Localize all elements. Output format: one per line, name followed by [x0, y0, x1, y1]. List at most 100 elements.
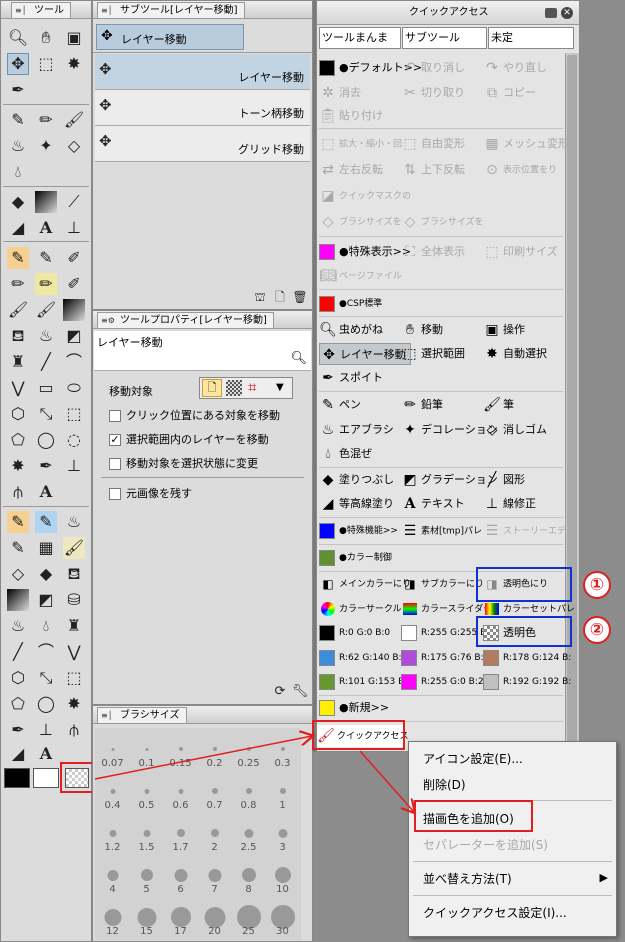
brush-size-preset[interactable]: 2: [198, 813, 231, 855]
qa-special-view[interactable]: ●特殊表示>>: [319, 241, 411, 263]
line-correct-icon[interactable]: ⊥: [63, 217, 85, 239]
qa-color-magenta[interactable]: R:255 G:0 B:22: [401, 671, 489, 693]
brush-size-preset[interactable]: 0.1: [130, 729, 163, 771]
qa-tool-contour-fill[interactable]: ◢ 等高線塗り: [319, 493, 394, 515]
qa-tool-selection[interactable]: ⬚ 選択範囲: [401, 343, 465, 365]
magnifier-icon[interactable]: 🔍︎: [7, 27, 29, 49]
qa-flip-v[interactable]: ⇅ 上下反転: [401, 159, 465, 181]
ellipse-icon[interactable]: ⬭: [63, 377, 85, 399]
qa-color-black[interactable]: R:0 G:0 B:0: [319, 622, 390, 644]
qa-reset-view[interactable]: ⊙ 表示位置をり: [483, 159, 557, 181]
paint-icon[interactable]: ⛁: [63, 589, 85, 611]
polyline-icon[interactable]: ⋁: [7, 377, 29, 399]
dropper-third-icon[interactable]: ✒︎: [7, 719, 29, 741]
qa-free-transform[interactable]: ⬚ 自由変形: [401, 133, 465, 155]
contour-alt-icon[interactable]: ◢: [7, 743, 29, 765]
qa-page-file[interactable]: 📖︎ ページファイル: [319, 265, 402, 287]
tab-quick-set-3[interactable]: 未定: [488, 27, 574, 49]
close-icon[interactable]: ✕: [561, 7, 573, 19]
qa-print-size[interactable]: ⬚ 印刷サイズ: [483, 241, 557, 263]
pencil-icon[interactable]: ✏︎: [35, 109, 57, 131]
main-color-swatch[interactable]: [4, 768, 30, 788]
brush-icon[interactable]: 🖌︎: [63, 109, 85, 131]
grid-target-icon[interactable]: ⌗: [248, 378, 256, 396]
qa-tool-zoom[interactable]: 🔍︎ 虫めがね: [319, 319, 383, 341]
brush-size-preset[interactable]: 30: [266, 897, 299, 939]
g-pen-alt-icon[interactable]: ✎: [7, 511, 29, 533]
eraser-alt-icon[interactable]: ◇: [7, 563, 29, 585]
eyedropper-icon[interactable]: ✒︎: [7, 79, 29, 101]
line-icon[interactable]: ╱: [35, 351, 57, 373]
text-alt-icon[interactable]: A: [35, 481, 57, 503]
qa-cut[interactable]: ✂︎ 切り取り: [401, 82, 465, 104]
brush-size-preset[interactable]: 12: [96, 897, 129, 939]
brush-size-preset[interactable]: 0.8: [232, 771, 265, 813]
qa-tool-eraser[interactable]: ◇ 消しゴム: [483, 419, 547, 441]
qa-tool-blend[interactable]: 💧︎ 色混ぜ: [319, 443, 372, 465]
checkbox[interactable]: [109, 488, 121, 500]
spray-alt-icon[interactable]: ♨︎: [7, 615, 29, 637]
qa-color-green[interactable]: R:101 G:153 B:: [319, 671, 407, 693]
panel-menu-icon[interactable]: ≡│: [101, 5, 117, 16]
qa-tool-operate[interactable]: ▣ 操作: [483, 319, 525, 341]
ellipse-select-icon[interactable]: ◯: [35, 429, 57, 451]
qa-tool-pencil[interactable]: ✏︎ 鉛筆: [401, 394, 443, 416]
qa-tool-fill[interactable]: ◆ 塗りつぶし: [319, 469, 395, 491]
qa-scale-rotate[interactable]: ⬚ 拡大・縮小・回: [319, 133, 402, 155]
subtool-item-grid-move[interactable]: ✥ グリッド移動: [95, 126, 310, 162]
tab-tool[interactable]: ≡│ ツール: [11, 2, 71, 18]
qa-tool-figure[interactable]: ╱ 図形: [483, 469, 525, 491]
correction-alt-icon[interactable]: ⫛: [63, 719, 85, 741]
rectangle-icon[interactable]: ▭: [35, 377, 57, 399]
auto-select-icon[interactable]: ✸: [7, 455, 29, 477]
option-selection-layers[interactable]: ✓ 選択範囲内のレイヤーを移動: [109, 431, 269, 447]
delete-subtool-icon[interactable]: 🗑︎: [289, 286, 311, 308]
brush-size-preset[interactable]: 17: [164, 897, 197, 939]
menu-item-add-separator[interactable]: セパレーターを追加(S): [423, 836, 548, 853]
qa-color-circle[interactable]: カラーサークル: [319, 598, 402, 620]
brush-size-preset[interactable]: 0.4: [96, 771, 129, 813]
ellipse-alt-icon[interactable]: ◯: [35, 693, 57, 715]
qa-special-functions[interactable]: ●特殊機能>>: [319, 520, 398, 542]
gradient-alt-icon[interactable]: [63, 299, 85, 321]
qa-tool-auto-select[interactable]: ✸ 自動選択: [483, 343, 547, 365]
brush-size-preset[interactable]: 3: [266, 813, 299, 855]
move-layer-icon[interactable]: ✥: [7, 53, 29, 75]
rotate-view-icon[interactable]: ▣: [63, 27, 85, 49]
qa-flip-h[interactable]: ⇄ 左右反転: [319, 159, 383, 181]
option-click-position[interactable]: クリック位置にある対象を移動: [109, 407, 280, 423]
decoration-icon[interactable]: ✦: [35, 135, 57, 157]
move-target-selector[interactable]: 🗋︎ ⌗ ▼: [199, 377, 293, 399]
qa-material-palette[interactable]: ☰ 素材[tmp]パレ: [401, 520, 482, 542]
brush-size-preset[interactable]: 0.07: [96, 729, 129, 771]
qa-tool-brush[interactable]: 🖌︎ 筆: [483, 394, 514, 416]
brush-size-preset[interactable]: 20: [198, 897, 231, 939]
menu-item-quick-access-settings[interactable]: クイックアクセス設定(I)...: [423, 904, 567, 921]
brush-size-preset[interactable]: 1: [266, 771, 299, 813]
watercolor-icon[interactable]: 🖌︎: [7, 299, 29, 321]
qa-color-gray[interactable]: R:192 G:192 B:: [483, 671, 571, 693]
soft-pencil-icon[interactable]: ✏︎: [35, 273, 57, 295]
panel-menu-icon[interactable]: ≡│: [15, 5, 31, 16]
qa-color-purple[interactable]: R:175 G:76 B:2: [401, 647, 489, 669]
tab-subtool[interactable]: ≡│ サブツール[レイヤー移動]: [97, 2, 245, 18]
tone-target-icon[interactable]: [226, 380, 242, 396]
brush-size-preset[interactable]: 10: [266, 855, 299, 897]
gradient-icon[interactable]: [35, 191, 57, 213]
text-third-icon[interactable]: A: [35, 743, 57, 765]
qa-story-editor[interactable]: ☰ ストーリーエディ: [483, 520, 575, 542]
flat-brush-icon[interactable]: ◩: [63, 325, 85, 347]
menu-item-icon-settings[interactable]: アイコン設定(E)...: [423, 750, 523, 767]
flat-alt-icon[interactable]: ◩: [35, 589, 57, 611]
qa-to-sub-color[interactable]: ◨ サブカラーにり: [401, 573, 484, 595]
qa-undo[interactable]: ↶ 取り消し: [401, 57, 465, 79]
texture-brush-icon[interactable]: ▦: [35, 537, 57, 559]
qa-to-main-color[interactable]: ◧ メインカラーにり: [319, 573, 411, 595]
checkbox[interactable]: [109, 410, 121, 422]
qa-clear[interactable]: ✲ 消去: [319, 82, 361, 104]
brush-size-preset[interactable]: 0.5: [130, 771, 163, 813]
ruler-alt-icon[interactable]: ⤡: [35, 667, 57, 689]
drop-icon[interactable]: 💧︎: [35, 615, 57, 637]
qa-color-blue[interactable]: R:62 G:140 B:2: [319, 647, 407, 669]
crayon-icon[interactable]: ✐: [63, 273, 85, 295]
